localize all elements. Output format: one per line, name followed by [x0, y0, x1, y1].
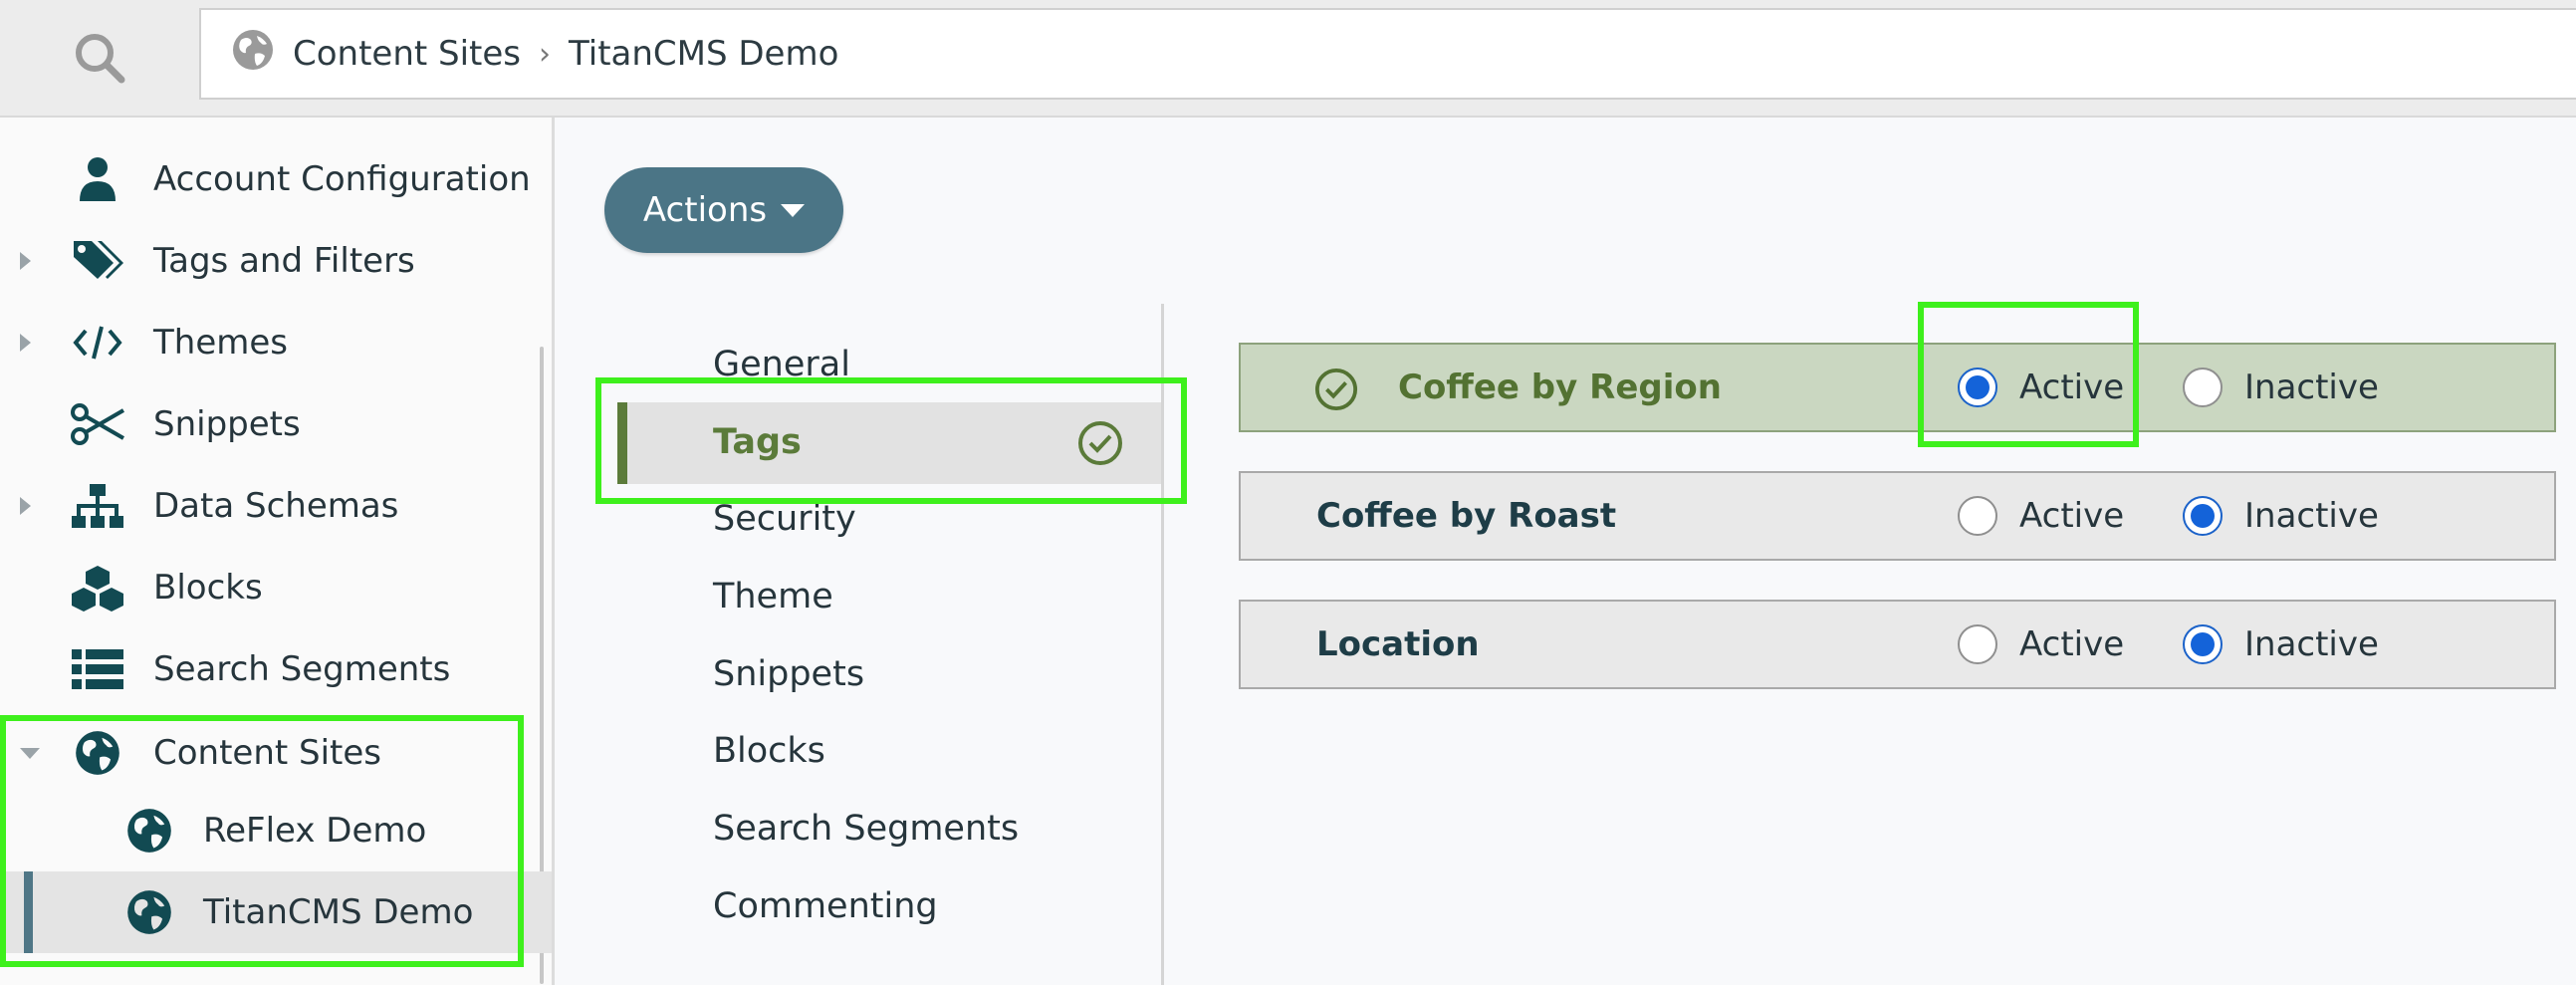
sidebar-item-label: Blocks	[153, 568, 263, 608]
tags-icon	[70, 233, 125, 289]
highlight-box-content-sites	[0, 715, 524, 967]
radio-label: Active	[2019, 496, 2125, 536]
radio-inactive[interactable]: Inactive	[2183, 368, 2379, 407]
subnav-item-search-segments[interactable]: Search Segments	[713, 809, 1019, 849]
list-icon	[70, 641, 125, 697]
tag-name: Coffee by Roast	[1316, 496, 1617, 536]
caret-right-icon[interactable]	[20, 252, 31, 270]
scissors-icon	[70, 396, 125, 452]
sidebar-item-account-configuration[interactable]: Account Configuration	[0, 138, 552, 220]
sidebar-item-themes[interactable]: Themes	[0, 302, 552, 383]
sitemap-icon	[70, 478, 125, 534]
sidebar-item-data-schemas[interactable]: Data Schemas	[0, 465, 552, 547]
radio-button[interactable]	[1958, 496, 1997, 536]
subnav-item-blocks[interactable]: Blocks	[713, 731, 825, 771]
caret-down-icon	[781, 203, 806, 217]
sidebar-item-label: Search Segments	[153, 649, 451, 689]
check-circle-icon	[1314, 368, 1358, 415]
search-icon	[76, 34, 125, 84]
top-bar: Content Sites › TitanCMS Demo	[0, 0, 2576, 118]
radio-label: Active	[2019, 624, 2125, 664]
sidebar-item-search-segments[interactable]: Search Segments	[0, 628, 552, 710]
subnav-item-snippets[interactable]: Snippets	[713, 654, 864, 694]
caret-right-icon[interactable]	[20, 334, 31, 352]
user-icon	[70, 151, 125, 207]
radio-label: Inactive	[2244, 368, 2379, 407]
subnav-item-theme[interactable]: Theme	[713, 577, 833, 616]
breadcrumb: Content Sites › TitanCMS Demo	[199, 8, 2576, 100]
globe-icon	[231, 28, 275, 81]
radio-button[interactable]	[2183, 496, 2223, 536]
tag-row-coffee-by-roast: Coffee by Roast Active Inactive	[1239, 471, 2556, 561]
subnav-item-commenting[interactable]: Commenting	[713, 886, 938, 926]
sidebar-item-label: Data Schemas	[153, 486, 399, 526]
radio-active[interactable]: Active	[1958, 496, 2124, 536]
breadcrumb-item-titancms-demo: TitanCMS Demo	[569, 34, 839, 74]
radio-inactive[interactable]: Inactive	[2183, 496, 2379, 536]
sidebar-item-label: Snippets	[153, 404, 301, 444]
radio-label: Inactive	[2244, 496, 2379, 536]
cubes-icon	[70, 560, 125, 616]
radio-button[interactable]	[2183, 368, 2223, 407]
highlight-box-active-radio	[1918, 302, 2139, 447]
actions-button[interactable]: Actions	[604, 167, 843, 253]
tag-name: Coffee by Region	[1398, 368, 1722, 407]
tag-row-coffee-by-region: Coffee by Region Active Inactive	[1239, 343, 2556, 432]
caret-right-icon[interactable]	[20, 497, 31, 515]
actions-label: Actions	[642, 190, 768, 230]
radio-button[interactable]	[2183, 624, 2223, 664]
chevron-right-icon: ›	[539, 36, 552, 72]
sidebar-item-label: Themes	[153, 323, 288, 363]
radio-active[interactable]: Active	[1958, 624, 2124, 664]
search-button[interactable]	[0, 0, 199, 116]
radio-button[interactable]	[1958, 624, 1997, 664]
tag-row-location: Location Active Inactive	[1239, 600, 2556, 689]
tag-name: Location	[1316, 624, 1480, 664]
radio-label: Inactive	[2244, 624, 2379, 664]
code-icon	[70, 315, 125, 370]
sidebar-item-blocks[interactable]: Blocks	[0, 547, 552, 628]
sidebar-item-label: Tags and Filters	[153, 241, 415, 281]
breadcrumb-item-content-sites[interactable]: Content Sites	[293, 34, 521, 74]
sidebar-item-label: Account Configuration	[153, 159, 531, 199]
sidebar-item-snippets[interactable]: Snippets	[0, 383, 552, 465]
subnav-item-security[interactable]: Security	[713, 499, 856, 539]
radio-inactive[interactable]: Inactive	[2183, 624, 2379, 664]
sidebar-item-tags-and-filters[interactable]: Tags and Filters	[0, 220, 552, 302]
highlight-box-tags	[595, 377, 1187, 504]
